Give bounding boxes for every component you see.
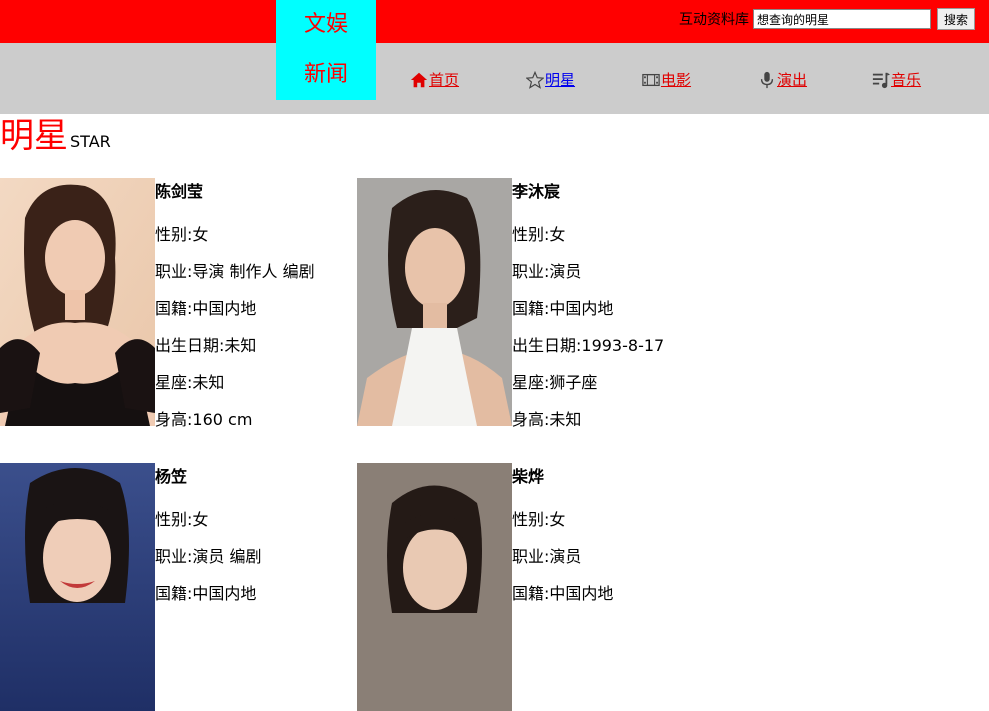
star-photo[interactable] <box>0 463 155 711</box>
nav-music[interactable]: 音乐 <box>872 69 921 90</box>
star-job: 职业:导演 制作人 编剧 <box>155 262 315 281</box>
star-name[interactable]: 李沐宸 <box>512 178 712 208</box>
star-job: 职业:演员 <box>512 547 582 566</box>
logo-line-2: 新闻 <box>303 62 348 87</box>
star-nationality: 国籍:中国内地 <box>512 299 614 318</box>
star-gender: 性别:女 <box>155 225 209 244</box>
star-info: 柴烨 性别:女 职业:演员 国籍:中国内地 <box>512 463 712 612</box>
nav-movies[interactable]: 电影 <box>642 69 691 90</box>
nav-movies-link[interactable]: 电影 <box>661 69 691 90</box>
nav-home[interactable]: 首页 <box>410 69 459 90</box>
nav-shows-link[interactable]: 演出 <box>777 69 807 90</box>
top-bar: 互动资料库 搜索 <box>0 0 989 43</box>
film-icon <box>642 73 660 86</box>
section-title: 明星 STAR <box>0 116 111 156</box>
star-name[interactable]: 杨笠 <box>155 463 355 493</box>
star-name[interactable]: 陈剑莹 <box>155 178 355 208</box>
nav-bar: 首页 明星 电影 演出 音乐 <box>0 43 989 114</box>
site-logo[interactable]: 文娱 新闻 <box>276 0 376 100</box>
star-nationality: 国籍:中国内地 <box>155 584 257 603</box>
search-button[interactable]: 搜索 <box>936 8 975 30</box>
star-birth: 出生日期:未知 <box>155 336 257 355</box>
star-gender: 性别:女 <box>512 225 566 244</box>
star-info: 杨笠 性别:女 职业:演员 编剧 国籍:中国内地 <box>155 463 355 612</box>
star-nationality: 国籍:中国内地 <box>512 584 614 603</box>
nav-music-link[interactable]: 音乐 <box>891 69 921 90</box>
section-title-cn: 明星 <box>0 116 68 156</box>
nav-stars-link[interactable]: 明星 <box>545 69 575 90</box>
star-icon <box>526 70 544 89</box>
nav-home-link[interactable]: 首页 <box>429 69 459 90</box>
star-height: 身高:未知 <box>512 410 582 429</box>
star-name[interactable]: 柴烨 <box>512 463 712 493</box>
microphone-icon <box>760 71 774 88</box>
star-gender: 性别:女 <box>155 510 209 529</box>
star-gender: 性别:女 <box>512 510 566 529</box>
music-list-icon <box>872 72 890 88</box>
nav-shows[interactable]: 演出 <box>758 69 807 90</box>
search-area: 互动资料库 搜索 <box>679 8 975 30</box>
star-zodiac: 星座:未知 <box>155 373 225 392</box>
star-info: 陈剑莹 性别:女 职业:导演 制作人 编剧 国籍:中国内地 出生日期:未知 星座… <box>155 178 355 438</box>
section-title-en: STAR <box>70 132 111 151</box>
star-birth: 出生日期:1993-8-17 <box>512 336 665 355</box>
star-photo[interactable] <box>357 463 512 711</box>
star-zodiac: 星座:狮子座 <box>512 373 598 392</box>
star-info: 李沐宸 性别:女 职业:演员 国籍:中国内地 出生日期:1993-8-17 星座… <box>512 178 712 438</box>
star-height: 身高:160 cm <box>155 410 253 429</box>
search-input[interactable] <box>752 9 931 29</box>
star-nationality: 国籍:中国内地 <box>155 299 257 318</box>
star-job: 职业:演员 <box>512 262 582 281</box>
search-label: 互动资料库 <box>678 12 749 28</box>
star-photo[interactable] <box>357 178 512 426</box>
nav-stars[interactable]: 明星 <box>526 69 575 90</box>
logo-line-1: 文娱 <box>303 12 348 37</box>
home-icon <box>410 72 428 87</box>
star-job: 职业:演员 编剧 <box>155 547 262 566</box>
star-photo[interactable] <box>0 178 155 426</box>
